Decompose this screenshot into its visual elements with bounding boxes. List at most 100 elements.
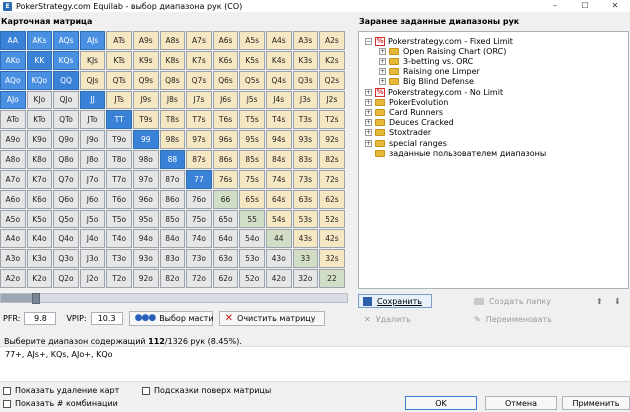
matrix-cell[interactable]: T2s [319, 110, 345, 130]
matrix-cell[interactable]: 97o [132, 169, 159, 189]
close-icon[interactable]: ✕ [600, 0, 630, 12]
range-slider[interactable] [0, 293, 348, 304]
preset-ranges-tree[interactable]: −% Pokerstrategy.com - Fixed Limit + Open R… [358, 31, 629, 289]
ok-button[interactable]: OK [405, 396, 477, 410]
matrix-cell[interactable]: 98s [159, 130, 186, 150]
matrix-cell[interactable]: 32s [319, 249, 345, 269]
matrix-cell[interactable]: J8o [79, 150, 106, 169]
maximize-icon[interactable]: ☐ [570, 0, 600, 12]
matrix-cell[interactable]: AQo [0, 70, 26, 90]
matrix-cell[interactable]: QJo [53, 90, 79, 110]
matrix-cell[interactable]: 84s [265, 150, 292, 169]
matrix-cell[interactable]: J5s [239, 90, 265, 110]
move-down-button[interactable]: ⬇ [610, 294, 625, 308]
matrix-cell[interactable]: 99 [132, 130, 159, 150]
matrix-cell[interactable]: 65s [239, 189, 265, 209]
matrix-cell[interactable]: K7o [26, 169, 53, 189]
matrix-cell[interactable]: A4s [265, 31, 292, 50]
matrix-cell[interactable]: T6s [212, 110, 239, 130]
matrix-cell[interactable]: 65o [212, 209, 239, 229]
matrix-cell[interactable]: 92s [319, 130, 345, 150]
matrix-cell[interactable]: A4o [0, 229, 26, 249]
matrix-cell[interactable]: A5s [239, 31, 265, 50]
matrix-cell[interactable]: QTo [53, 110, 79, 130]
slider-thumb[interactable] [31, 293, 40, 304]
matrix-cell[interactable]: A9o [0, 130, 26, 150]
matrix-cell[interactable]: 72o [186, 269, 212, 288]
matrix-cell[interactable]: J2o [79, 269, 106, 288]
tree-item[interactable]: +3-betting vs. ORC [379, 56, 473, 66]
tree-item[interactable]: заданные пользователем диапазоны [365, 148, 546, 158]
matrix-cell[interactable]: 64s [265, 189, 292, 209]
matrix-cell[interactable]: J4s [265, 90, 292, 110]
matrix-cell[interactable]: 63o [212, 249, 239, 269]
matrix-cell[interactable]: 87o [159, 169, 186, 189]
matrix-cell[interactable]: T8s [159, 110, 186, 130]
matrix-cell[interactable]: A5o [0, 209, 26, 229]
matrix-cell[interactable]: 76o [186, 189, 212, 209]
matrix-cell[interactable]: T7o [106, 169, 132, 189]
matrix-cell[interactable]: 83s [292, 150, 319, 169]
matrix-cell[interactable]: Q2s [319, 70, 345, 90]
matrix-cell[interactable]: 86o [159, 189, 186, 209]
tree-item[interactable]: + Big Blind Defense [379, 77, 474, 87]
matrix-cell[interactable]: 85o [159, 209, 186, 229]
matrix-cell[interactable]: 75o [186, 209, 212, 229]
expand-icon[interactable]: + [379, 78, 386, 86]
tree-item[interactable]: + PokerEvolution [365, 97, 448, 107]
matrix-cell[interactable]: J3o [79, 249, 106, 269]
matrix-cell[interactable]: J6o [79, 189, 106, 209]
matrix-cell[interactable]: 93o [132, 249, 159, 269]
matrix-cell[interactable]: 66 [212, 189, 239, 209]
expand-icon[interactable]: + [365, 129, 372, 137]
matrix-cell[interactable]: A3s [292, 31, 319, 50]
new-folder-button[interactable]: Создать папку [470, 294, 555, 308]
matrix-cell[interactable]: K6o [26, 189, 53, 209]
matrix-cell[interactable]: 82o [159, 269, 186, 288]
matrix-cell[interactable]: 43s [292, 229, 319, 249]
matrix-cell[interactable]: KTo [26, 110, 53, 130]
matrix-cell[interactable]: Q3o [53, 249, 79, 269]
matrix-cell[interactable]: A7s [186, 31, 212, 50]
checkbox-box[interactable] [3, 386, 11, 395]
matrix-cell[interactable]: QTs [106, 70, 132, 90]
matrix-cell[interactable]: 42s [319, 229, 345, 249]
matrix-cell[interactable]: K9o [26, 130, 53, 150]
checkbox-box[interactable] [3, 399, 11, 408]
tree-item[interactable]: + Raising one Limper [379, 67, 480, 77]
matrix-cell[interactable]: 85s [239, 150, 265, 169]
checkbox-box[interactable] [142, 386, 150, 395]
matrix-cell[interactable]: Q8s [159, 70, 186, 90]
matrix-cell[interactable]: 32o [292, 269, 319, 288]
delete-button[interactable]: ✕ Удалить [360, 312, 415, 326]
matrix-cell[interactable]: 93s [292, 130, 319, 150]
matrix-cell[interactable]: J4o [79, 229, 106, 249]
matrix-cell[interactable]: KJo [26, 90, 53, 110]
matrix-cell[interactable]: T4s [265, 110, 292, 130]
matrix-cell[interactable]: 95s [239, 130, 265, 150]
matrix-cell[interactable]: 82s [319, 150, 345, 169]
matrix-cell[interactable]: J6s [212, 90, 239, 110]
matrix-cell[interactable]: 95o [132, 209, 159, 229]
matrix-cell[interactable]: 94s [265, 130, 292, 150]
vpip-input[interactable]: 10.3 [90, 311, 123, 325]
matrix-cell[interactable]: 92o [132, 269, 159, 288]
matrix-cell[interactable]: A3o [0, 249, 26, 269]
matrix-cell[interactable]: 42o [265, 269, 292, 288]
matrix-cell[interactable]: A2o [0, 269, 26, 288]
matrix-cell[interactable]: T5o [106, 209, 132, 229]
matrix-cell[interactable]: 83o [159, 249, 186, 269]
matrix-cell[interactable]: J5o [79, 209, 106, 229]
matrix-cell[interactable]: K8o [26, 150, 53, 169]
matrix-cell[interactable]: 52s [319, 209, 345, 229]
matrix-cell[interactable]: AKo [0, 50, 26, 70]
matrix-cell[interactable]: 63s [292, 189, 319, 209]
matrix-cell[interactable]: 75s [239, 169, 265, 189]
matrix-cell[interactable]: 94o [132, 229, 159, 249]
matrix-cell[interactable]: 53s [292, 209, 319, 229]
matrix-cell[interactable]: J3s [292, 90, 319, 110]
matrix-cell[interactable]: KK [26, 50, 53, 70]
show-combos-checkbox[interactable]: Показать # комбинации [3, 399, 118, 408]
matrix-cell[interactable]: AJo [0, 90, 26, 110]
matrix-cell[interactable]: ATs [106, 31, 132, 50]
